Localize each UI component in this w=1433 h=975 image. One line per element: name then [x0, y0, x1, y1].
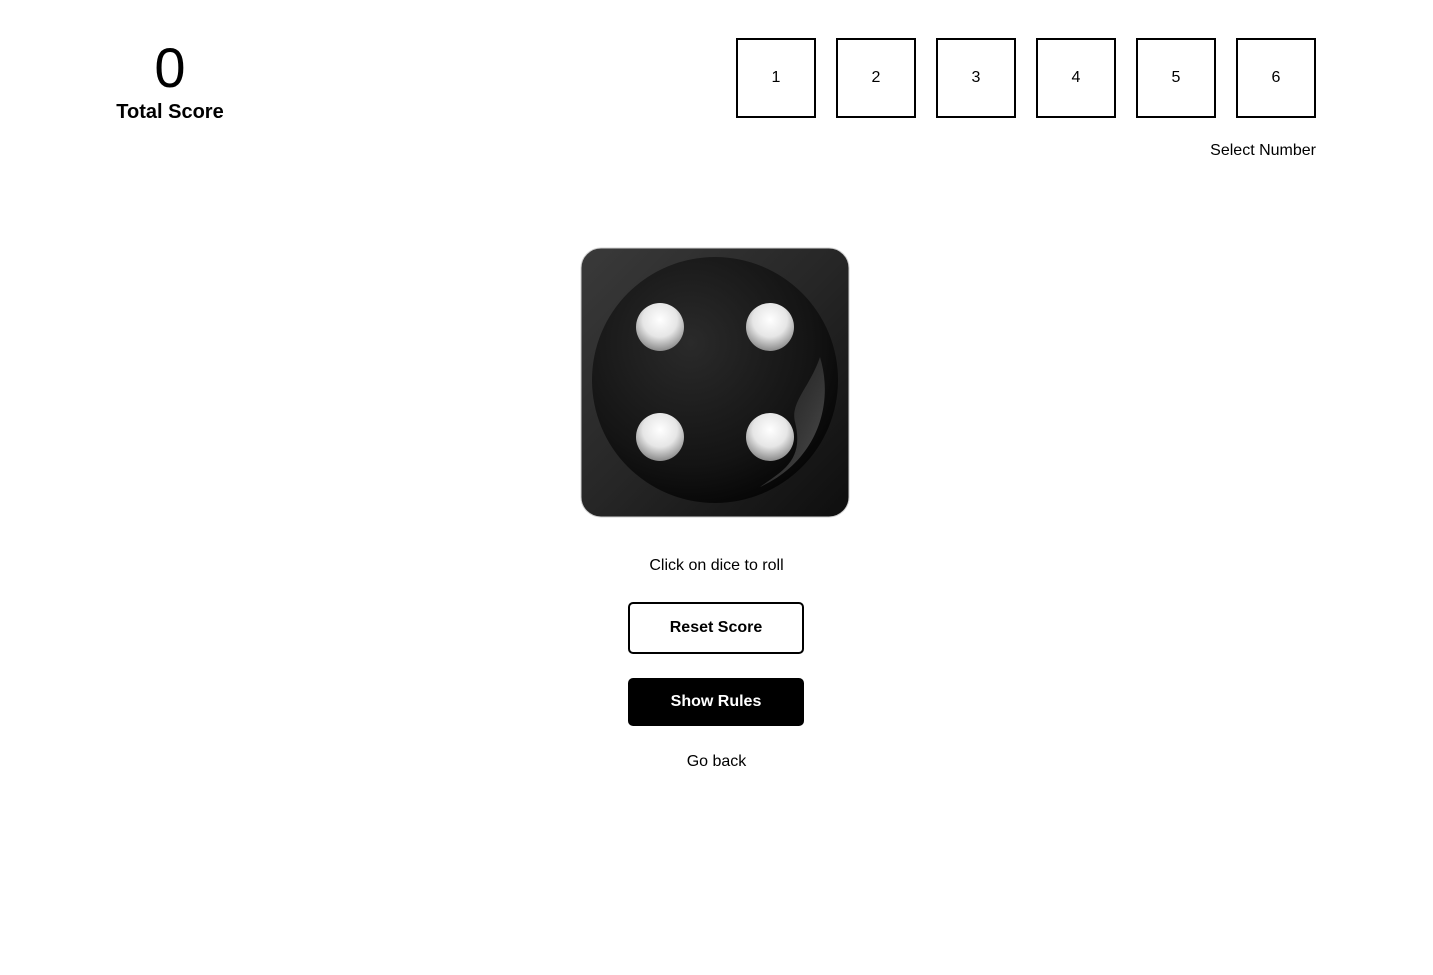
show-rules-button[interactable]: Show Rules: [628, 678, 804, 726]
number-option-4[interactable]: 4: [1036, 38, 1116, 118]
dice-game-page: 0 Total Score 1 2 3 4 5 6 Select Number: [0, 0, 1433, 975]
number-option-2[interactable]: 2: [836, 38, 916, 118]
number-selector: 1 2 3 4 5 6 Select Number: [736, 38, 1316, 161]
dice-roll-button[interactable]: [580, 247, 850, 518]
dice-pip: [636, 303, 684, 351]
number-option-5[interactable]: 5: [1136, 38, 1216, 118]
go-back-link[interactable]: Go back: [687, 753, 747, 770]
roll-hint: Click on dice to roll: [649, 557, 784, 574]
number-option-1[interactable]: 1: [736, 38, 816, 118]
number-option-6[interactable]: 6: [1236, 38, 1316, 118]
reset-score-button[interactable]: Reset Score: [628, 602, 804, 654]
total-score-label: Total Score: [116, 101, 224, 123]
dice-pip: [746, 413, 794, 461]
number-options: 1 2 3 4 5 6: [736, 38, 1316, 118]
number-option-3[interactable]: 3: [936, 38, 1016, 118]
dice-pip: [636, 413, 684, 461]
dice-four-icon: [580, 247, 850, 518]
go-back-container: Go back: [0, 752, 1433, 772]
total-score-panel: 0 Total Score: [110, 36, 230, 124]
total-score-value: 0: [154, 36, 186, 99]
dice-pip: [746, 303, 794, 351]
select-number-label: Select Number: [1210, 142, 1316, 159]
